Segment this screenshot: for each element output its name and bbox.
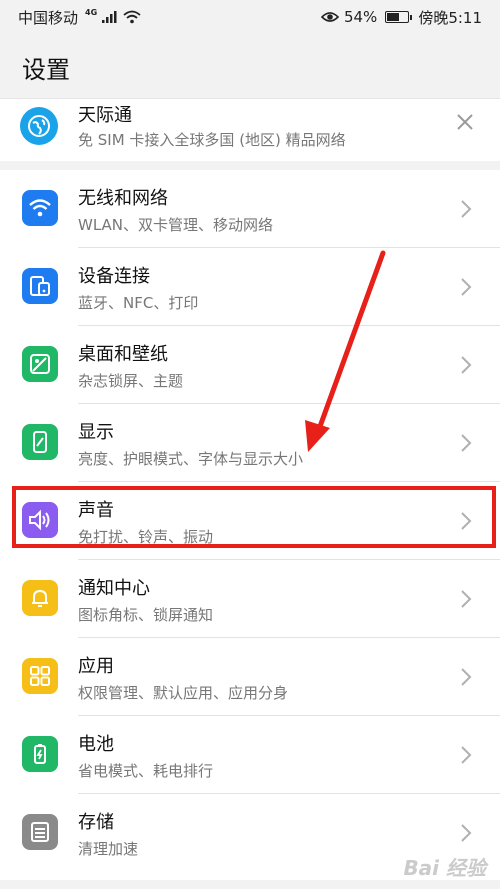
item-title: 显示 [78,422,114,443]
settings-item-wireless[interactable]: 无线和网络 WLAN、双卡管理、移动网络 [0,170,500,248]
item-subtitle: 蓝牙、NFC、打印 [78,294,199,312]
settings-item-sound[interactable]: 声音 免打扰、铃声、振动 [0,482,500,560]
item-title: 无线和网络 [78,188,168,209]
settings-list: 无线和网络 WLAN、双卡管理、移动网络 设备连接 蓝牙、NFC、打印 桌面和壁… [0,170,500,880]
item-subtitle: 图标角标、锁屏通知 [78,606,214,624]
apps-icon [22,658,58,694]
chevron-right-icon [461,434,472,452]
item-subtitle: 清理加速 [78,840,139,858]
item-title: 声音 [78,500,114,521]
sound-icon [22,502,58,538]
item-subtitle: 杂志锁屏、主题 [78,372,184,390]
item-title: 通知中心 [78,578,150,599]
settings-item-home-wallpaper[interactable]: 桌面和壁纸 杂志锁屏、主题 [0,326,500,404]
chevron-right-icon [461,278,472,296]
item-subtitle: 亮度、护眼模式、字体与显示大小 [78,450,304,468]
chevron-right-icon [461,824,472,842]
battery-status-icon [385,11,413,23]
settings-item-battery[interactable]: 电池 省电模式、耗电排行 [0,716,500,794]
carrier-label: 中国移动 [18,8,79,27]
wifi-status-icon [123,10,141,24]
battery-percent: 54% [343,8,378,26]
watermark: Bai 经验 [403,856,486,880]
item-title: 应用 [78,656,114,677]
globe-icon [20,107,58,145]
chevron-right-icon [461,746,472,764]
chevron-right-icon [461,590,472,608]
eye-comfort-icon [320,12,339,22]
clock: 傍晚5:11 [418,8,482,27]
settings-item-device-connection[interactable]: 设备连接 蓝牙、NFC、打印 [0,248,500,326]
chevron-right-icon [461,356,472,374]
item-subtitle: 省电模式、耗电排行 [78,762,214,780]
battery-icon [22,736,58,772]
chevron-right-icon [461,668,472,686]
wifi-icon [22,190,58,226]
display-icon [22,424,58,460]
item-title: 电池 [78,734,114,755]
settings-item-display[interactable]: 显示 亮度、护眼模式、字体与显示大小 [0,404,500,482]
settings-item-notification-center[interactable]: 通知中心 图标角标、锁屏通知 [0,560,500,638]
tianjitong-banner[interactable]: 天际通 免 SIM 卡接入全球多国 (地区) 精品网络 [0,98,500,161]
close-icon[interactable] [454,111,476,133]
settings-item-apps[interactable]: 应用 权限管理、默认应用、应用分身 [0,638,500,716]
item-subtitle: 免打扰、铃声、振动 [78,528,214,546]
item-title: 设备连接 [78,266,150,287]
wallpaper-icon [22,346,58,382]
bell-icon [22,580,58,616]
banner-title: 天际通 [78,105,132,126]
banner-subtitle: 免 SIM 卡接入全球多国 (地区) 精品网络 [78,131,346,149]
item-subtitle: WLAN、双卡管理、移动网络 [78,216,274,234]
chevron-right-icon [461,200,472,218]
chevron-right-icon [461,512,472,530]
signal-icon [102,11,117,23]
device-connect-icon [22,268,58,304]
storage-icon [22,814,58,850]
item-subtitle: 权限管理、默认应用、应用分身 [78,684,289,702]
status-bar: 中国移动 4G 54% 傍晚5:11 [0,0,500,34]
item-title: 存储 [78,812,114,833]
network-type-label: 4G [85,7,98,17]
item-title: 桌面和壁纸 [78,344,168,365]
page-title: 设置 [22,56,70,84]
